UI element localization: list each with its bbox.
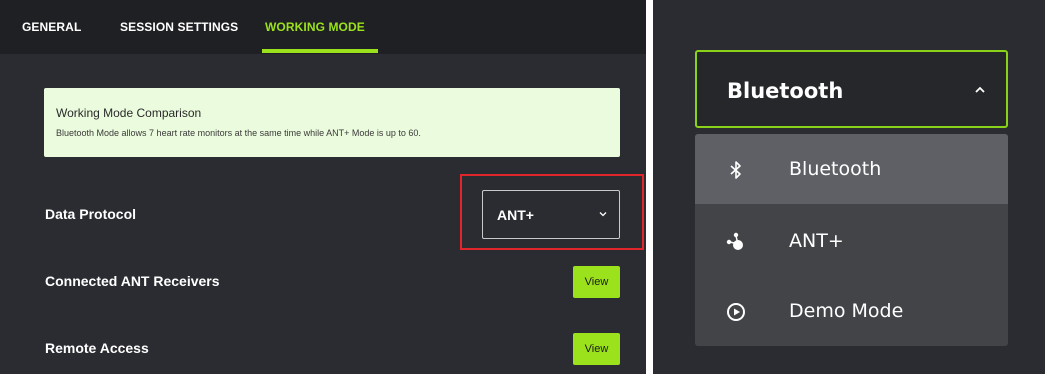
view-remote-access-button[interactable]: View xyxy=(573,333,620,365)
protocol-dropdown-value: Bluetooth xyxy=(727,79,844,103)
chevron-up-icon xyxy=(975,86,985,93)
connected-ant-receivers-label: Connected ANT Receivers xyxy=(45,273,220,289)
bluetooth-icon xyxy=(730,161,741,179)
dropdown-option-label: Bluetooth xyxy=(789,158,882,180)
tab-general[interactable]: GENERAL xyxy=(22,20,81,34)
data-protocol-label: Data Protocol xyxy=(45,206,137,222)
dropdown-option-label: Demo Mode xyxy=(789,300,904,322)
dropdown-option-label: ANT+ xyxy=(789,230,844,252)
data-protocol-value: ANT+ xyxy=(497,207,534,223)
tab-working-mode[interactable]: WORKING MODE xyxy=(265,20,365,34)
info-text: Bluetooth Mode allows 7 heart rate monit… xyxy=(56,128,421,138)
tab-session-settings[interactable]: SESSION SETTINGS xyxy=(120,20,238,34)
dropdown-panel: Bluetooth Bluetooth ANT+ Demo Mode xyxy=(653,0,1045,374)
tab-bar: GENERAL SESSION SETTINGS WORKING MODE xyxy=(0,0,646,54)
remote-access-label: Remote Access xyxy=(45,340,149,356)
view-receivers-button[interactable]: View xyxy=(573,266,620,298)
dropdown-option-ant-plus[interactable]: ANT+ xyxy=(695,206,1008,276)
active-tab-indicator xyxy=(262,49,378,53)
settings-panel: GENERAL SESSION SETTINGS WORKING MODE Wo… xyxy=(0,0,646,374)
info-title: Working Mode Comparison xyxy=(56,106,202,120)
chevron-down-icon xyxy=(599,212,607,217)
protocol-dropdown-select[interactable]: Bluetooth xyxy=(695,50,1008,128)
ant-plus-icon xyxy=(726,232,743,250)
protocol-dropdown-menu: Bluetooth ANT+ Demo Mode xyxy=(695,134,1008,346)
play-circle-icon xyxy=(727,303,745,321)
data-protocol-select[interactable]: ANT+ xyxy=(482,190,620,239)
dropdown-option-bluetooth[interactable]: Bluetooth xyxy=(695,134,1008,204)
working-mode-info-box: Working Mode Comparison Bluetooth Mode a… xyxy=(44,88,620,157)
dropdown-option-demo-mode[interactable]: Demo Mode xyxy=(695,276,1008,346)
